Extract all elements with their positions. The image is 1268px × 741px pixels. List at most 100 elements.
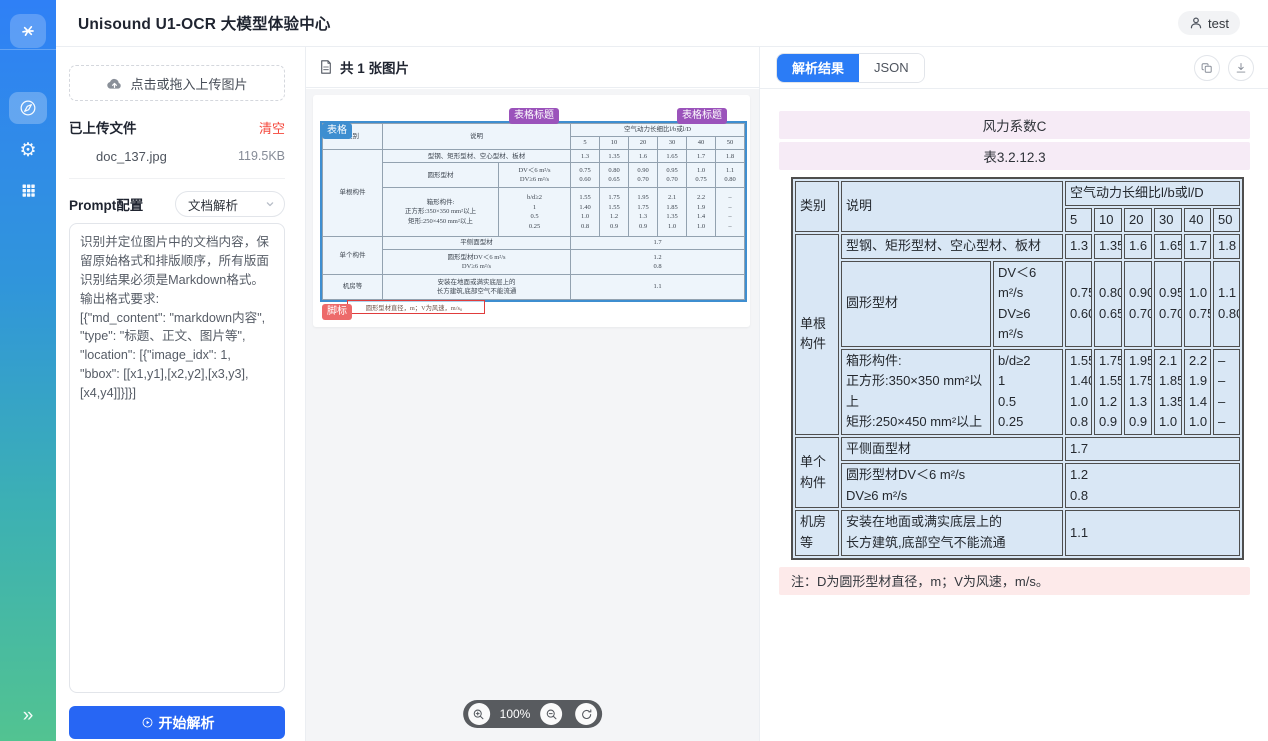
table-cell: 1.65: [658, 150, 687, 163]
page-title: Unisound U1-OCR 大模型体验中心: [78, 12, 331, 34]
table-cell: 平侧面型材: [841, 437, 1063, 462]
table-cell: 圆形型材DV＜6 m²/sDV≥6 m²/s: [841, 463, 1063, 508]
table-cell: 型钢、矩形型材、空心型材、板材: [841, 234, 1063, 259]
uploaded-files-title: 已上传文件: [69, 117, 137, 137]
table-cell: 0.900.70: [1124, 261, 1152, 347]
table-cell: 类别: [795, 181, 839, 232]
table-cell: DV＜6 m²/sDV≥6 m²/s: [499, 163, 571, 188]
sidebar-collapse-button[interactable]: »: [0, 703, 56, 731]
table-cell: 1.551.401.00.8: [1065, 349, 1092, 435]
result-content: 风力系数C 表3.2.12.3 类别说明空气动力长细比l/b或l/D510203…: [760, 90, 1268, 741]
viewer-canvas: 类别说明空气动力长细比l/b或l/D51020304050单根构件型钢、矩形型材…: [306, 89, 759, 741]
download-icon: [1234, 61, 1248, 75]
table-cell: 1.10.80: [716, 163, 745, 188]
table-cell: 安装在地面或满实底层上的长方建筑,底部空气不能流通: [841, 510, 1063, 555]
table-cell: 5: [571, 137, 600, 150]
sidebar-item-settings[interactable]: ⚙: [9, 134, 47, 166]
copy-icon: [1200, 61, 1214, 75]
file-size: 119.5KB: [238, 149, 285, 164]
image-viewer-panel: 共 1 张图片 类别说明空气动力长细比l/b或l/D51020304050单根构…: [306, 47, 759, 741]
table-cell: 圆形型材: [383, 163, 499, 188]
file-list-item[interactable]: doc_137.jpg 119.5KB: [69, 149, 285, 164]
annotation-tag-footnote: 脚标: [322, 304, 352, 320]
table-cell: 1.8: [1213, 234, 1240, 259]
zoom-level-label: 100%: [500, 707, 531, 721]
table-cell: 单个构件: [795, 437, 839, 509]
tab-json[interactable]: JSON: [859, 54, 924, 82]
table-cell: 1.951.751.30.9: [629, 188, 658, 237]
table-cell: 40: [1184, 208, 1211, 233]
table-cell: 说明: [383, 124, 571, 150]
zoom-reset-button[interactable]: [575, 703, 597, 725]
table-cell: 箱形构件:正方形:350×350 mm²以上矩形:250×450 mm²以上: [383, 188, 499, 237]
table-cell: 0.950.70: [658, 163, 687, 188]
table-cell: 圆形型材: [841, 261, 991, 347]
copy-button[interactable]: [1194, 55, 1220, 81]
table-cell: b/d≥210.50.25: [499, 188, 571, 237]
prompt-textarea[interactable]: 识别并定位图片中的文档内容，保留原始格式和排版顺序，所有版面识别结果必须是Mar…: [69, 223, 285, 693]
table-cell: ––––: [716, 188, 745, 237]
table-cell: 1.20.8: [571, 250, 745, 275]
file-name: doc_137.jpg: [69, 149, 167, 164]
preview-image[interactable]: 类别说明空气动力长细比l/b或l/D51020304050单根构件型钢、矩形型材…: [313, 95, 750, 327]
table-cell: 50: [1213, 208, 1240, 233]
prompt-mode-select[interactable]: 文档解析: [175, 191, 285, 217]
table-cell: 1.7: [571, 236, 745, 249]
table-cell: 1.35: [1094, 234, 1122, 259]
start-parse-button[interactable]: 开始解析: [69, 706, 285, 739]
gear-icon: ⚙: [19, 141, 36, 160]
tab-parse-result[interactable]: 解析结果: [777, 54, 859, 82]
scanned-table: 类别说明空气动力长细比l/b或l/D51020304050单根构件型钢、矩形型材…: [322, 123, 745, 300]
table-cell: 40: [687, 137, 716, 150]
table-cell: 1.1: [571, 275, 745, 300]
start-parse-label: 开始解析: [159, 713, 215, 733]
table-cell: 平侧面型材: [383, 236, 571, 249]
table-cell: 圆形型材DV＜6 m²/sDV≥6 m²/s: [383, 250, 571, 275]
header: Unisound U1-OCR 大模型体验中心 test: [56, 0, 1268, 47]
table-cell: 2.21.91.41.0: [687, 188, 716, 237]
table-cell: 1.00.75: [687, 163, 716, 188]
spark-logo-icon: [18, 21, 38, 41]
table-cell: 机房等: [795, 510, 839, 555]
user-menu-button[interactable]: test: [1178, 11, 1240, 35]
sidebar: ⚙ »: [0, 0, 56, 741]
upload-dropzone[interactable]: 点击或拖入上传图片: [69, 65, 285, 101]
result-note: 注：D为圆形型材直径，m；V为风速，m/s。: [779, 567, 1250, 595]
chevron-down-icon: [264, 198, 276, 210]
table-cell: 空气动力长细比l/b或l/D: [571, 124, 745, 137]
clear-files-button[interactable]: 清空: [259, 118, 285, 137]
image-count-label: 共 1 张图片: [340, 57, 409, 77]
sidebar-item-explore[interactable]: [9, 92, 47, 124]
result-subtitle: 表3.2.12.3: [779, 142, 1250, 170]
table-cell: 10: [600, 137, 629, 150]
table-cell: b/d≥210.50.25: [993, 349, 1063, 435]
download-button[interactable]: [1228, 55, 1254, 81]
double-chevron-right-icon: »: [23, 705, 34, 726]
result-table: 类别说明空气动力长细比l/b或l/D51020304050单根构件型钢、矩形型材…: [791, 177, 1268, 560]
annotation-tag-table-title: 表格标题: [677, 108, 727, 124]
compass-icon: [18, 98, 38, 118]
table-cell: 单个构件: [323, 236, 383, 274]
zoom-in-button[interactable]: [468, 703, 490, 725]
divider: [69, 178, 285, 179]
zoom-out-button[interactable]: [540, 703, 562, 725]
scanned-footnote-text: 圆形型材直径，m；V为风速，m/s。: [366, 303, 466, 312]
table-cell: 1.751.551.20.9: [1094, 349, 1122, 435]
table-cell: 1.551.401.00.8: [571, 188, 600, 237]
prompt-config-title: Prompt配置: [69, 194, 143, 214]
table-cell: 0.750.60: [1065, 261, 1092, 347]
cloud-upload-icon: [106, 76, 123, 90]
table-cell: 0.800.65: [1094, 261, 1122, 347]
table-cell: 10: [1094, 208, 1122, 233]
table-cell: 20: [1124, 208, 1152, 233]
app-logo: [10, 14, 46, 48]
sidebar-item-apps[interactable]: [9, 174, 47, 206]
annotation-tag-table: 表格: [322, 123, 352, 139]
table-cell: 1.65: [1154, 234, 1182, 259]
document-icon: [319, 59, 333, 75]
table-cell: 1.3: [1065, 234, 1092, 259]
prompt-mode-value: 文档解析: [188, 195, 238, 214]
table-cell: 1.6: [1124, 234, 1152, 259]
table-cell: 2.11.851.351.0: [1154, 349, 1182, 435]
user-icon: [1189, 16, 1203, 30]
